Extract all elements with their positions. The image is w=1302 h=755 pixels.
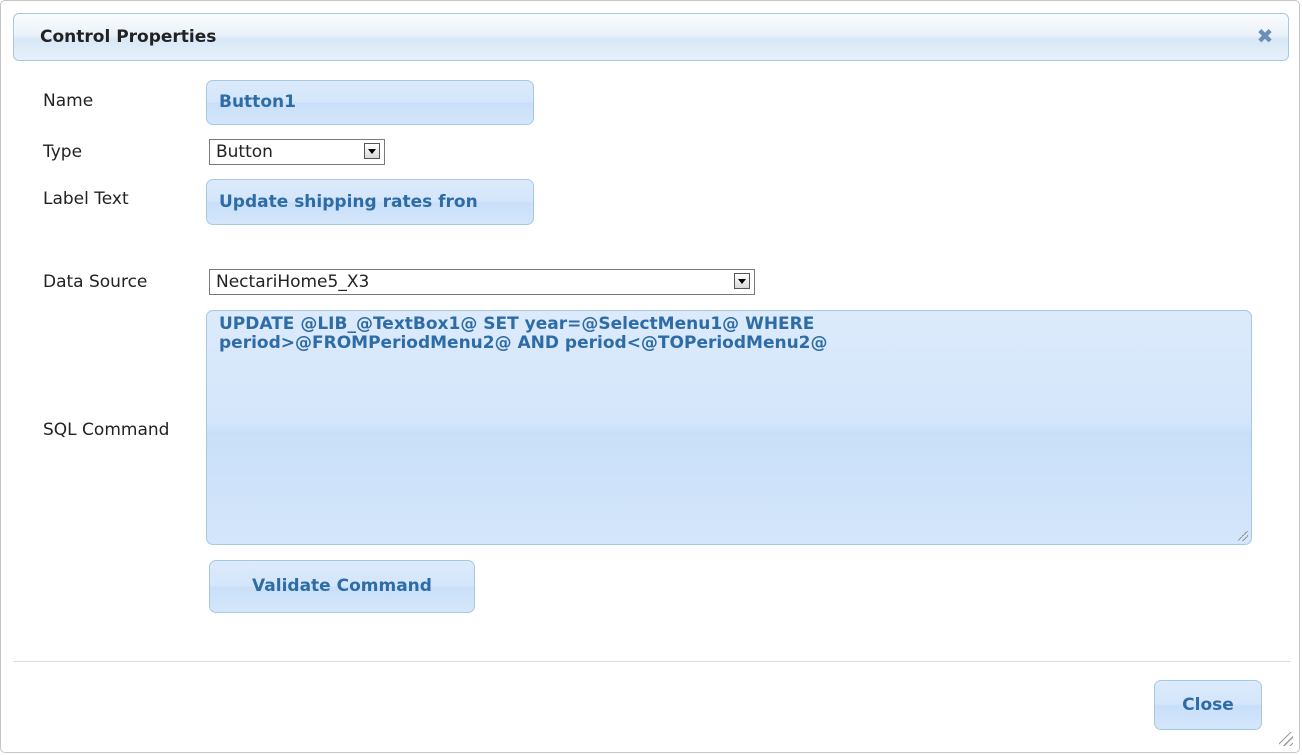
data-source-label: Data Source (43, 272, 148, 292)
name-input-value: Button1 (219, 92, 296, 112)
label-text-input[interactable]: Update shipping rates fron (206, 179, 534, 225)
sql-command-line-2: period>@FROMPeriodMenu2@ AND period<@TOP… (219, 333, 828, 353)
dialog-title: Control Properties (40, 27, 217, 47)
label-text-label: Label Text (43, 189, 129, 209)
name-label: Name (43, 91, 94, 111)
sql-command-textarea[interactable]: UPDATE @LIB_@TextBox1@ SET year=@SelectM… (206, 310, 1252, 545)
chevron-down-icon[interactable] (364, 143, 380, 159)
chevron-down-icon[interactable] (734, 273, 750, 289)
data-source-select[interactable]: NectariHome5_X3 (209, 269, 755, 295)
type-select[interactable]: Button (209, 139, 385, 165)
sql-command-line-1: UPDATE @LIB_@TextBox1@ SET year=@SelectM… (219, 314, 815, 334)
type-label: Type (43, 142, 83, 162)
validate-command-button[interactable]: Validate Command (209, 560, 475, 613)
data-source-select-value: NectariHome5_X3 (216, 272, 370, 292)
resize-grip-icon[interactable] (1238, 531, 1248, 541)
sql-command-label: SQL Command (43, 420, 170, 440)
name-input[interactable]: Button1 (206, 80, 534, 125)
close-icon[interactable]: ✖ (1254, 25, 1276, 47)
control-properties-dialog: Control Properties ✖ Name Button1 Type B… (0, 0, 1300, 753)
footer-divider (13, 661, 1291, 662)
label-text-input-value: Update shipping rates fron (219, 192, 478, 212)
close-button[interactable]: Close (1154, 680, 1262, 730)
dialog-titlebar[interactable]: Control Properties ✖ (13, 13, 1289, 61)
dialog-resize-grip-icon[interactable] (1279, 732, 1293, 746)
type-select-value: Button (216, 142, 273, 162)
